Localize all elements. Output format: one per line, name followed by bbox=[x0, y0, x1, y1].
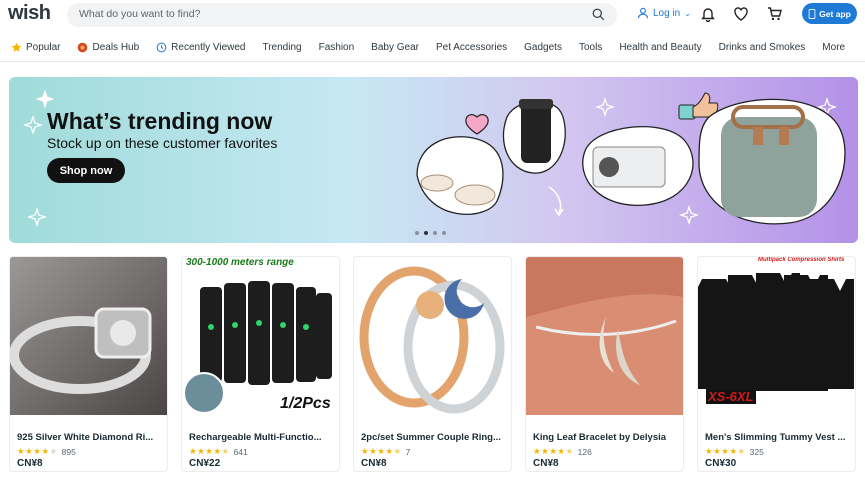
rating-stars: ★★★★★ bbox=[705, 446, 746, 456]
search-input[interactable]: What do you want to find? bbox=[79, 8, 200, 20]
nav-item-deals-hub[interactable]: Deals Hub bbox=[77, 42, 139, 53]
banner-title: What’s trending now bbox=[47, 108, 273, 134]
product-price: CN¥22 bbox=[189, 458, 221, 469]
search-bar[interactable]: What do you want to find? bbox=[67, 3, 617, 27]
product-badge-text: Multipack Compression Shirts bbox=[758, 257, 845, 263]
sparkle-icon bbox=[26, 206, 48, 228]
nav-label: Popular bbox=[26, 41, 61, 53]
banner-subtitle: Stock up on these customer favorites bbox=[47, 135, 278, 151]
carousel-dot[interactable] bbox=[433, 231, 437, 235]
hero-banner[interactable]: What’s trending now Stock up on these cu… bbox=[9, 77, 858, 243]
top-header: wish What do you want to find? Log in ⌄ … bbox=[0, 0, 865, 30]
product-title[interactable]: 925 Silver White Diamond Ri... bbox=[17, 432, 163, 443]
sparkle-icon bbox=[594, 96, 616, 118]
nav-item-baby-gear[interactable]: Baby Gear bbox=[371, 42, 419, 53]
get-app-button[interactable]: Get app bbox=[802, 3, 857, 24]
category-nav: Popular Deals Hub Recently Viewed Trendi… bbox=[0, 35, 865, 59]
product-rating: ★★★★★ 641 bbox=[189, 446, 248, 457]
product-badge-text: XS-6XL bbox=[706, 389, 756, 404]
sparkle-icon bbox=[35, 89, 55, 109]
product-title[interactable]: 2pc/set Summer Couple Ring... bbox=[361, 432, 507, 443]
nav-item-fashion[interactable]: Fashion bbox=[319, 42, 355, 53]
user-icon bbox=[637, 7, 649, 19]
nav-item-tools[interactable]: Tools bbox=[579, 42, 602, 53]
product-title[interactable]: Men's Slimming Tummy Vest ... bbox=[705, 432, 851, 443]
rating-stars: ★★★★★ bbox=[17, 446, 58, 456]
clock-icon bbox=[156, 42, 167, 52]
product-image[interactable] bbox=[526, 257, 683, 415]
rating-stars: ★★★★★ bbox=[533, 446, 574, 456]
product-image[interactable] bbox=[10, 257, 167, 415]
review-count: 325 bbox=[749, 446, 764, 457]
wish-logo[interactable]: wish bbox=[8, 2, 51, 25]
product-badge-text: 300-1000 meters range bbox=[186, 257, 294, 268]
product-card[interactable]: 925 Silver White Diamond Ri... ★★★★★ 895… bbox=[9, 256, 168, 472]
get-app-label: Get app bbox=[819, 8, 851, 19]
product-card[interactable]: Multipack Compression Shirts XS-6XL Men'… bbox=[697, 256, 856, 472]
nav-label: Baby Gear bbox=[371, 41, 419, 53]
sparkle-icon bbox=[678, 204, 700, 226]
heart-sticker-icon bbox=[465, 114, 489, 135]
product-price: CN¥30 bbox=[705, 458, 737, 469]
nav-item-popular[interactable]: Popular bbox=[11, 42, 60, 53]
star-icon bbox=[11, 42, 22, 52]
nav-item-recently-viewed[interactable]: Recently Viewed bbox=[156, 42, 245, 53]
shop-now-button[interactable]: Shop now bbox=[47, 158, 125, 183]
product-card[interactable]: 300-1000 meters range 1/2Pcs Rechargeabl… bbox=[181, 256, 340, 472]
product-image[interactable]: Multipack Compression Shirts XS-6XL bbox=[698, 257, 855, 415]
nav-item-more[interactable]: More bbox=[822, 42, 845, 53]
login-label: Log in bbox=[653, 7, 681, 19]
product-title[interactable]: Rechargeable Multi-Functio... bbox=[189, 432, 335, 443]
nav-label: Health and Beauty bbox=[619, 41, 702, 53]
nav-label: Drinks and Smokes bbox=[718, 41, 806, 53]
nav-label: Trending bbox=[262, 41, 302, 53]
rating-stars: ★★★★★ bbox=[361, 446, 402, 456]
search-icon[interactable] bbox=[592, 8, 605, 21]
review-count: 7 bbox=[405, 446, 411, 457]
nav-label: Recently Viewed bbox=[171, 41, 246, 53]
nav-item-trending[interactable]: Trending bbox=[262, 42, 301, 53]
nav-divider bbox=[0, 61, 865, 62]
nav-item-pet-accessories[interactable]: Pet Accessories bbox=[436, 42, 507, 53]
product-rating: ★★★★★ 325 bbox=[705, 446, 764, 457]
product-image[interactable]: 300-1000 meters range 1/2Pcs bbox=[182, 257, 339, 415]
product-rating: ★★★★★ 895 bbox=[17, 446, 76, 457]
product-image[interactable] bbox=[354, 257, 511, 415]
nav-label: Deals Hub bbox=[92, 41, 140, 53]
product-title[interactable]: King Leaf Bracelet by Delysia bbox=[533, 432, 679, 443]
carousel-dot[interactable] bbox=[415, 231, 419, 235]
product-price: CN¥8 bbox=[533, 458, 559, 469]
bell-icon[interactable] bbox=[700, 6, 716, 22]
cart-icon[interactable] bbox=[767, 6, 783, 22]
nav-label: Pet Accessories bbox=[435, 41, 508, 53]
nav-item-drinks-and-smokes[interactable]: Drinks and Smokes bbox=[719, 42, 806, 53]
product-rating: ★★★★★ 126 bbox=[533, 446, 592, 457]
nav-label: Tools bbox=[578, 41, 603, 53]
nav-label: Gadgets bbox=[524, 41, 562, 53]
carousel-dot-active[interactable] bbox=[424, 231, 428, 235]
review-count: 126 bbox=[577, 446, 592, 457]
sparkle-icon bbox=[22, 114, 44, 136]
phone-icon bbox=[808, 8, 816, 19]
nav-item-gadgets[interactable]: Gadgets bbox=[524, 42, 562, 53]
chevron-down-icon: ⌄ bbox=[684, 8, 691, 18]
login-button[interactable]: Log in ⌄ bbox=[637, 7, 691, 19]
carousel-dots bbox=[415, 231, 446, 235]
carousel-dot[interactable] bbox=[442, 231, 446, 235]
heart-icon[interactable] bbox=[733, 6, 749, 22]
review-count: 895 bbox=[61, 446, 76, 457]
product-price: CN¥8 bbox=[17, 458, 43, 469]
banner-illustration bbox=[22, 89, 846, 228]
nav-label: More bbox=[822, 41, 846, 53]
review-count: 641 bbox=[233, 446, 248, 457]
product-card[interactable]: 2pc/set Summer Couple Ring... ★★★★★ 7 CN… bbox=[353, 256, 512, 472]
nav-label: Fashion bbox=[318, 41, 355, 53]
product-badge-text: 1/2Pcs bbox=[280, 395, 331, 412]
deals-icon bbox=[78, 42, 88, 52]
product-price: CN¥8 bbox=[361, 458, 387, 469]
product-card[interactable]: King Leaf Bracelet by Delysia ★★★★★ 126 … bbox=[525, 256, 684, 472]
product-rating: ★★★★★ 7 bbox=[361, 446, 410, 457]
nav-item-health-and-beauty[interactable]: Health and Beauty bbox=[619, 42, 701, 53]
rating-stars: ★★★★★ bbox=[189, 446, 230, 456]
